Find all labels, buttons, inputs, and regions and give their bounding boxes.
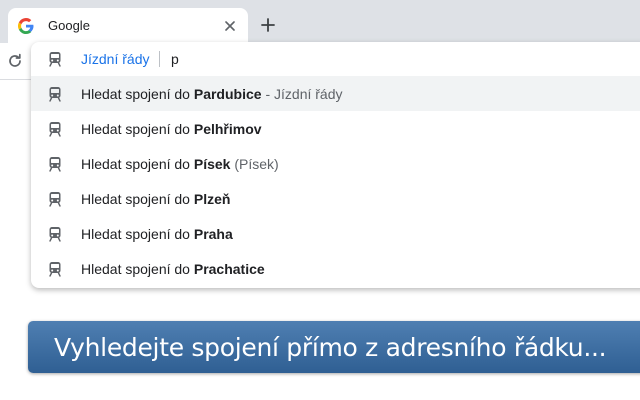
suggestion-text: Hledat spojení do Plzeň (81, 191, 230, 207)
suggestion-city: Pelhřimov (193, 120, 262, 137)
search-keyword-chip: Jízdní řády (81, 51, 150, 67)
suggestion-row[interactable]: Hledat spojení do Pardubice - Jízdní řád… (31, 76, 640, 111)
suggestion-separator: - (261, 85, 275, 102)
suggestion-row[interactable]: Hledat spojení do Písek (Písek) (31, 146, 640, 181)
train-icon (49, 52, 61, 67)
suggestion-row[interactable]: Hledat spojení do Prachatice (31, 251, 640, 286)
google-g-icon (18, 17, 34, 34)
suggestion-description: Jízdní řády (274, 85, 343, 102)
train-icon (49, 86, 61, 102)
tab-google[interactable]: Google (8, 8, 248, 43)
suggestion-city: Praha (193, 225, 233, 242)
suggestion-prefix: Hledat spojení do (81, 225, 194, 242)
train-icon (49, 261, 61, 277)
suggestion-text: Hledat spojení do Pardubice - Jízdní řád… (81, 86, 343, 102)
suggestion-city: Prachatice (193, 260, 265, 277)
plus-icon[interactable] (258, 15, 278, 35)
suggestion-row[interactable]: Hledat spojení do Plzeň (31, 181, 640, 216)
close-icon[interactable] (222, 18, 238, 34)
train-icon (49, 226, 61, 242)
suggestion-prefix: Hledat spojení do (81, 190, 194, 207)
suggestion-text: Hledat spojení do Praha (81, 226, 233, 242)
suggestion-text: Hledat spojení do Pelhřimov (81, 121, 262, 137)
suggestion-text: Hledat spojení do Prachatice (81, 261, 265, 277)
train-icon (49, 156, 61, 172)
keyword-separator (159, 51, 160, 67)
omnibox-input[interactable]: Jízdní řády p (31, 42, 640, 76)
train-icon (49, 191, 61, 207)
tab-title: Google (48, 18, 90, 33)
suggestion-prefix: Hledat spojení do (81, 260, 194, 277)
suggestion-row[interactable]: Hledat spojení do Pelhřimov (31, 111, 640, 146)
suggestion-text: Hledat spojení do Písek (Písek) (81, 156, 279, 172)
suggestion-prefix: Hledat spojení do (81, 155, 194, 172)
omnibox-typed-text: p (171, 51, 179, 67)
banner-text: Vyhledejte spojení přímo z adresního řád… (54, 332, 607, 362)
suggestion-prefix: Hledat spojení do (81, 120, 194, 137)
suggestion-row[interactable]: Hledat spojení do Praha (31, 216, 640, 251)
suggestion-city: Pardubice (193, 85, 262, 102)
omnibox-dropdown: Jízdní řády p Hledat spojení do Pardubic… (31, 42, 640, 288)
suggestion-city: Plzeň (193, 190, 231, 207)
suggestion-extra: (Písek) (230, 155, 279, 172)
promo-banner: Vyhledejte spojení přímo z adresního řád… (28, 321, 640, 373)
train-icon (49, 121, 61, 137)
suggestion-city: Písek (193, 155, 231, 172)
suggestion-prefix: Hledat spojení do (81, 85, 194, 102)
reload-icon[interactable] (6, 52, 24, 70)
tab-strip: Google (0, 0, 640, 43)
